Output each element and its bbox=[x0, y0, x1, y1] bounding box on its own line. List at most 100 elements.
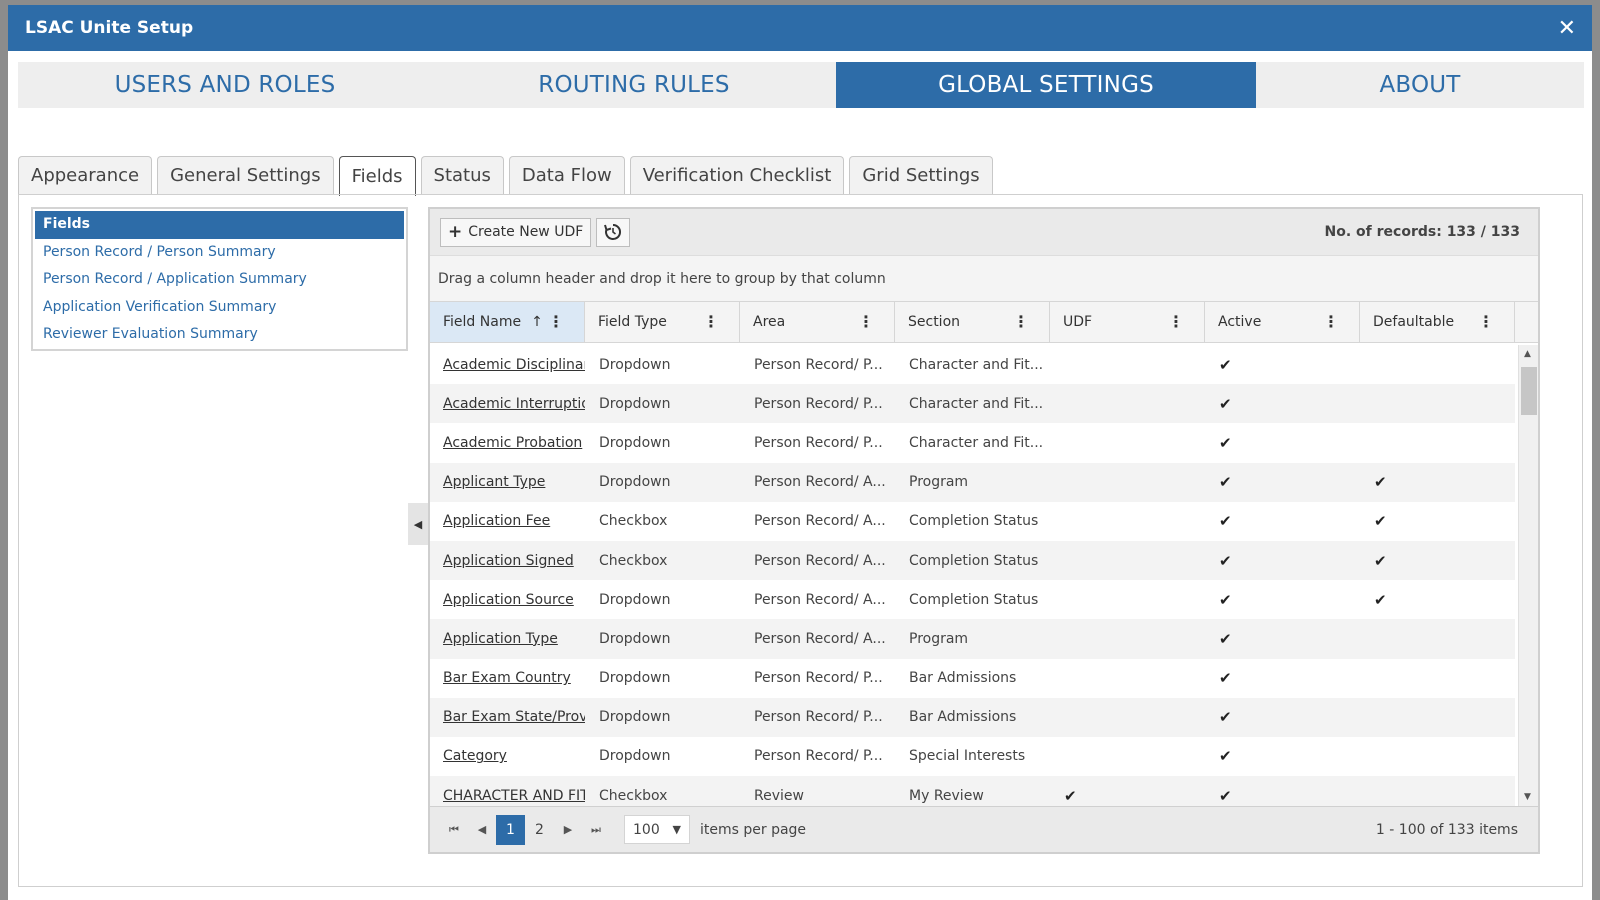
prev-page-icon[interactable]: ◀ bbox=[468, 815, 496, 845]
field-name-link[interactable]: Application Signed bbox=[430, 553, 585, 569]
col-udf[interactable]: UDF ⋮ bbox=[1050, 302, 1205, 342]
caret-left-icon: ◀ bbox=[413, 517, 423, 531]
check-icon: ✔ bbox=[1219, 669, 1232, 688]
last-page-icon[interactable]: ⏭ bbox=[582, 815, 610, 845]
table-cell: Person Record/ A... bbox=[754, 630, 886, 647]
check-icon: ✔ bbox=[1219, 590, 1232, 609]
field-name-link[interactable]: Application Source bbox=[430, 592, 585, 608]
tree-item-verification-summary[interactable]: Application Verification Summary bbox=[35, 294, 404, 322]
table-row[interactable]: Application Type Dropdown Person Record/ A… bbox=[430, 619, 1515, 659]
subtab-fields[interactable]: Fields bbox=[338, 156, 416, 196]
check-icon: ✔ bbox=[1219, 355, 1232, 374]
field-name-link[interactable]: Application Type bbox=[430, 631, 585, 647]
field-name-link[interactable]: Academic Probation bbox=[430, 435, 585, 451]
subtab-data-flow[interactable]: Data Flow bbox=[508, 156, 625, 194]
table-row[interactable]: Academic Interruption Dropdown Person Reco… bbox=[430, 384, 1515, 424]
field-name-link[interactable]: Applicant Type bbox=[430, 474, 585, 490]
check-icon: ✔ bbox=[1374, 551, 1387, 570]
table-row[interactable]: Application Source Dropdown Person Record/… bbox=[430, 580, 1515, 619]
group-drop-area[interactable]: Drag a column header and drop it here to… bbox=[430, 255, 1538, 301]
col-defaultable[interactable]: Defaultable ⋮ bbox=[1360, 302, 1515, 342]
field-name-link[interactable]: Academic Disciplinary bbox=[430, 357, 585, 373]
page-button-2[interactable]: 2 bbox=[525, 815, 554, 845]
page-size-value: 100 bbox=[633, 821, 660, 838]
table-row[interactable]: CHARACTER AND FITNESS Checkbox Review My Re… bbox=[430, 776, 1515, 806]
table-row[interactable]: Application Fee Checkbox Person Record/ A.… bbox=[430, 502, 1515, 541]
table-cell: Completion Status bbox=[909, 591, 1039, 608]
vertical-scrollbar[interactable]: ▲ ▼ bbox=[1518, 345, 1538, 806]
table-cell: Dropdown bbox=[599, 709, 671, 726]
table-cell: Completion Status bbox=[909, 513, 1039, 530]
table-cell: Person Record/ A... bbox=[754, 513, 886, 530]
sort-asc-icon: ↑ bbox=[531, 314, 543, 330]
check-icon: ✔ bbox=[1219, 629, 1232, 648]
page-size-select[interactable]: 100 ▼ bbox=[624, 815, 690, 844]
table-cell: Person Record/ P... bbox=[754, 709, 883, 726]
tree-item-reviewer-summary[interactable]: Reviewer Evaluation Summary bbox=[35, 321, 404, 349]
tab-about[interactable]: ABOUT bbox=[1256, 62, 1584, 108]
col-area-label: Area bbox=[753, 314, 786, 330]
scroll-down-icon[interactable]: ▼ bbox=[1524, 792, 1531, 802]
tab-global-settings[interactable]: GLOBAL SETTINGS bbox=[836, 62, 1256, 108]
subtab-grid-settings[interactable]: Grid Settings bbox=[849, 156, 993, 194]
subtab-appearance[interactable]: Appearance bbox=[18, 156, 153, 194]
subtab-verification-checklist[interactable]: Verification Checklist bbox=[629, 156, 845, 194]
records-count: No. of records: 133 / 133 bbox=[1324, 224, 1520, 240]
col-udf-label: UDF bbox=[1063, 314, 1093, 330]
table-row[interactable]: Academic Disciplinary Dropdown Person Reco… bbox=[430, 345, 1515, 384]
check-icon: ✔ bbox=[1219, 708, 1232, 727]
subtab-general-settings[interactable]: General Settings bbox=[157, 156, 334, 194]
column-menu-icon[interactable]: ⋮ bbox=[1323, 314, 1339, 330]
table-cell: Dropdown bbox=[599, 474, 671, 491]
col-area[interactable]: Area ⋮ bbox=[740, 302, 895, 342]
column-menu-icon[interactable]: ⋮ bbox=[548, 314, 564, 330]
check-icon: ✔ bbox=[1219, 473, 1232, 492]
check-icon: ✔ bbox=[1219, 786, 1232, 805]
col-active-label: Active bbox=[1218, 314, 1262, 330]
col-section[interactable]: Section ⋮ bbox=[895, 302, 1050, 342]
collapse-panel-button[interactable]: ◀ bbox=[408, 503, 428, 545]
dropdown-arrow-icon: ▼ bbox=[672, 823, 681, 836]
table-cell: Character and Fit... bbox=[909, 356, 1044, 373]
table-row[interactable]: Bar Exam Country Dropdown Person Record/ P… bbox=[430, 659, 1515, 698]
grid-header: Field Name ↑ ⋮ Field Type ⋮ Area ⋮ Secti… bbox=[430, 301, 1538, 343]
field-name-link[interactable]: Application Fee bbox=[430, 513, 585, 529]
table-row[interactable]: Applicant Type Dropdown Person Record/ A..… bbox=[430, 462, 1515, 502]
close-icon[interactable]: ✕ bbox=[1558, 16, 1576, 41]
check-icon: ✔ bbox=[1374, 590, 1387, 609]
field-name-link[interactable]: Academic Interruption bbox=[430, 396, 585, 412]
tab-users-and-roles[interactable]: USERS AND ROLES bbox=[18, 62, 432, 108]
field-name-link[interactable]: CHARACTER AND FITNESS bbox=[430, 788, 585, 804]
tree-item-application-summary[interactable]: Person Record / Application Summary bbox=[35, 266, 404, 294]
table-row[interactable]: Application Signed Checkbox Person Record/… bbox=[430, 540, 1515, 581]
first-page-icon[interactable]: ⏮ bbox=[440, 815, 468, 845]
scroll-up-icon[interactable]: ▲ bbox=[1524, 349, 1531, 359]
column-menu-icon[interactable]: ⋮ bbox=[703, 314, 719, 330]
check-icon: ✔ bbox=[1064, 786, 1077, 805]
field-name-link[interactable]: Bar Exam Country bbox=[430, 670, 585, 686]
column-menu-icon[interactable]: ⋮ bbox=[1478, 314, 1494, 330]
table-cell: Person Record/ P... bbox=[754, 356, 883, 373]
column-menu-icon[interactable]: ⋮ bbox=[1168, 314, 1184, 330]
scroll-thumb[interactable] bbox=[1521, 367, 1537, 415]
tab-routing-rules[interactable]: ROUTING RULES bbox=[432, 62, 836, 108]
field-name-link[interactable]: Bar Exam State/Province bbox=[430, 709, 585, 725]
table-row[interactable]: Bar Exam State/Province Dropdown Person Re… bbox=[430, 697, 1515, 737]
table-row[interactable]: Academic Probation Dropdown Person Record/… bbox=[430, 423, 1515, 462]
reset-button[interactable] bbox=[596, 217, 631, 247]
table-row[interactable]: Category Dropdown Person Record/ P... Speci… bbox=[430, 737, 1515, 776]
page-button-1[interactable]: 1 bbox=[496, 814, 525, 845]
field-name-link[interactable]: Category bbox=[430, 748, 585, 764]
tree-item-fields[interactable]: Fields bbox=[35, 211, 404, 239]
tree-item-person-summary[interactable]: Person Record / Person Summary bbox=[35, 239, 404, 267]
column-menu-icon[interactable]: ⋮ bbox=[858, 314, 874, 330]
column-menu-icon[interactable]: ⋮ bbox=[1013, 314, 1029, 330]
col-active[interactable]: Active ⋮ bbox=[1205, 302, 1360, 342]
col-field-name[interactable]: Field Name ↑ ⋮ bbox=[430, 302, 585, 342]
window-title: LSAC Unite Setup bbox=[25, 18, 194, 38]
table-cell: My Review bbox=[909, 787, 984, 804]
create-udf-button[interactable]: + Create New UDF bbox=[440, 217, 592, 247]
next-page-icon[interactable]: ▶ bbox=[554, 815, 582, 845]
subtab-status[interactable]: Status bbox=[420, 156, 504, 194]
col-field-type[interactable]: Field Type ⋮ bbox=[585, 302, 740, 342]
